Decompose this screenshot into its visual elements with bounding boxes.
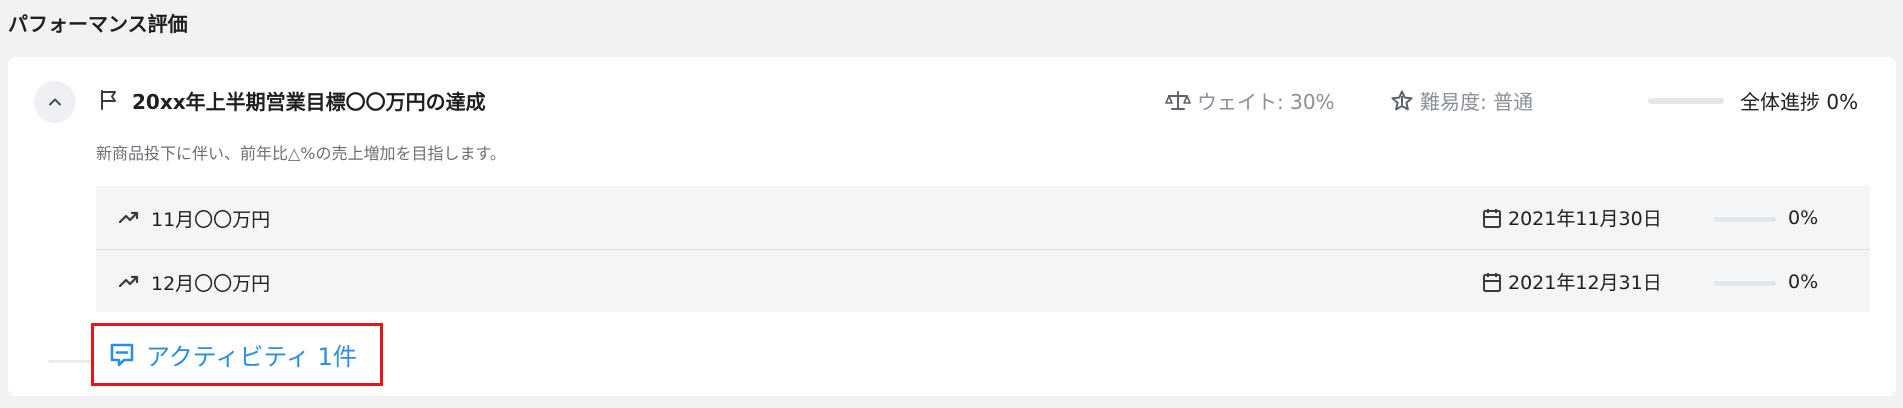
- weight-label: ウェイト: 30%: [1197, 90, 1335, 114]
- difficulty-label: 難易度: 普通: [1420, 90, 1534, 114]
- divider: [48, 360, 92, 363]
- key-result-progress-bar: [1714, 217, 1776, 222]
- collapse-button[interactable]: [34, 81, 76, 123]
- key-result-row[interactable]: 11月〇〇万円 2021年11月30日 0%: [96, 186, 1870, 249]
- key-result-due: 2021年12月31日: [1482, 268, 1662, 295]
- goal-card: 20xx年上半期営業目標〇〇万円の達成 ウェイト: 30% 難易度: 普通 全体…: [8, 57, 1896, 396]
- section-title: パフォーマンス評価: [8, 12, 188, 36]
- key-result-date: 2021年11月30日: [1508, 208, 1662, 230]
- key-result-progress-label: 0%: [1788, 207, 1819, 229]
- goal-description: 新商品投下に伴い、前年比△%の売上増加を目指します。: [96, 144, 506, 163]
- key-result-due: 2021年11月30日: [1482, 204, 1662, 231]
- star-icon: [1391, 90, 1413, 110]
- difficulty-info: 難易度: 普通: [1390, 86, 1533, 115]
- key-result-date: 2021年12月31日: [1508, 272, 1662, 294]
- overall-progress: 全体進捗 0%: [1648, 86, 1858, 115]
- key-result-progress-label: 0%: [1788, 271, 1819, 293]
- weight-info: ウェイト: 30%: [1165, 86, 1335, 115]
- goal-title[interactable]: 20xx年上半期営業目標〇〇万円の達成: [132, 86, 486, 115]
- key-result-list: 11月〇〇万円 2021年11月30日 0% 12月〇〇万円 2021年12月3…: [96, 186, 1870, 312]
- key-result-label: 11月〇〇万円: [151, 209, 271, 231]
- overall-progress-label: 全体進捗 0%: [1740, 90, 1859, 114]
- calendar-icon: [1483, 208, 1501, 228]
- activity-link[interactable]: アクティビティ 1件: [91, 323, 383, 386]
- activity-label: アクティビティ 1件: [146, 343, 357, 371]
- chevron-up-icon: [49, 98, 61, 106]
- comment-icon: [110, 343, 134, 366]
- overall-progress-bar: [1648, 97, 1724, 104]
- key-result-label: 12月〇〇万円: [151, 273, 271, 295]
- flag-icon: [101, 90, 116, 110]
- calendar-icon: [1483, 272, 1501, 292]
- key-result-row[interactable]: 12月〇〇万円 2021年12月31日 0%: [96, 249, 1870, 312]
- key-result-progress-bar: [1714, 281, 1776, 286]
- trending-up-icon: [118, 211, 139, 224]
- trending-up-icon: [118, 275, 139, 288]
- scale-icon: [1165, 90, 1191, 110]
